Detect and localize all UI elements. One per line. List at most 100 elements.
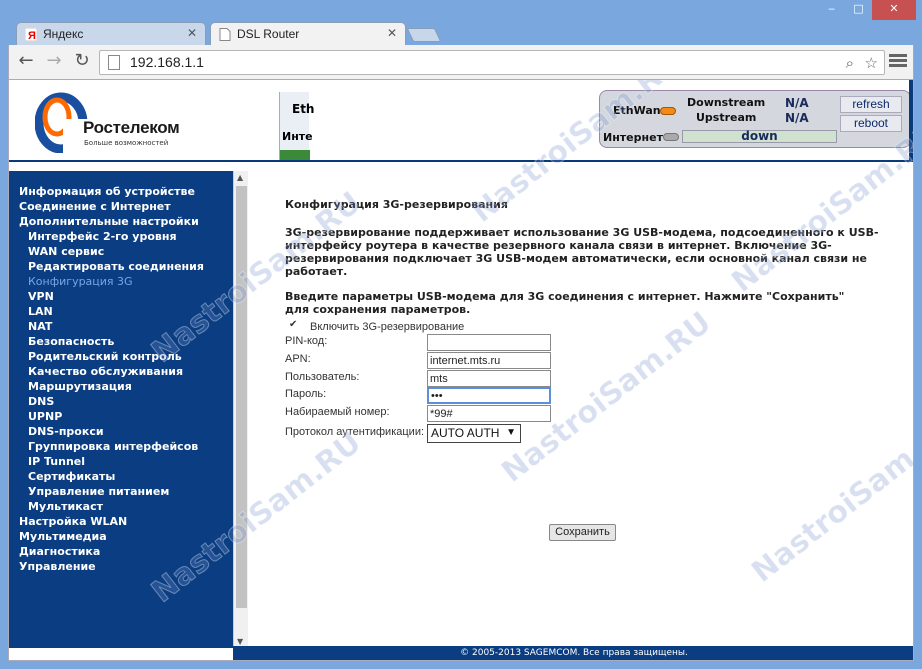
dropdown-arrow-icon: ▼ bbox=[506, 427, 516, 438]
close-tab-icon[interactable]: ✕ bbox=[187, 26, 197, 40]
sidebar-item[interactable]: Сертификаты bbox=[9, 469, 233, 484]
pin-label: PIN-код: bbox=[285, 335, 328, 347]
sidebar-item[interactable]: NAT bbox=[9, 319, 233, 334]
sidebar-menu-list: Информация об устройстве Соединение с Инт… bbox=[9, 171, 233, 574]
svg-text:Я: Я bbox=[28, 30, 36, 41]
sidebar-scrollbar[interactable]: ▲ ▼ bbox=[233, 171, 248, 648]
brand-slogan: Больше возможностей bbox=[84, 139, 169, 147]
page-info-icon[interactable] bbox=[108, 55, 120, 70]
back-arrow-icon[interactable]: ← bbox=[15, 51, 37, 73]
sidebar-item[interactable]: Мультикаст bbox=[9, 499, 233, 514]
auth-protocol-value: AUTO AUTH bbox=[431, 426, 500, 440]
header-divider bbox=[9, 160, 913, 162]
sidebar-item[interactable]: Редактировать соединения bbox=[9, 259, 233, 274]
url-text[interactable]: 192.168.1.1 bbox=[130, 54, 204, 70]
top-nav-internet[interactable]: Инте bbox=[282, 130, 313, 143]
yandex-favicon-icon: Я bbox=[25, 28, 37, 41]
maximize-button[interactable]: □ bbox=[845, 0, 872, 20]
sidebar-item[interactable]: Группировка интерфейсов bbox=[9, 439, 233, 454]
scroll-up-arrow-icon[interactable]: ▲ bbox=[237, 173, 243, 182]
dial-number-label: Набираемый номер: bbox=[285, 406, 390, 418]
scrollbar-thumb[interactable] bbox=[236, 186, 247, 608]
password-input[interactable] bbox=[427, 387, 551, 404]
forward-arrow-icon[interactable]: → bbox=[43, 51, 65, 73]
sidebar-item[interactable]: WAN сервис bbox=[9, 244, 233, 259]
page-title: Конфигурация 3G-резервирования bbox=[285, 198, 508, 211]
router-header: Ростелеком Больше возможностей Eth Инте … bbox=[9, 80, 913, 162]
tab-dsl-router[interactable]: DSL Router ✕ bbox=[210, 22, 406, 45]
sidebar-item[interactable]: VPN bbox=[9, 289, 233, 304]
internet-led-icon bbox=[663, 133, 679, 141]
header-right-edge bbox=[909, 80, 913, 162]
search-icon[interactable]: ⌕ bbox=[846, 54, 854, 72]
scroll-down-arrow-icon[interactable]: ▼ bbox=[237, 637, 243, 646]
minimize-button[interactable]: ‒ bbox=[818, 0, 845, 20]
sidebar-item[interactable]: LAN bbox=[9, 304, 233, 319]
sidebar-item[interactable]: Соединение с Интернет bbox=[9, 199, 233, 214]
page-viewport: Ростелеком Больше возможностей Eth Инте … bbox=[8, 79, 914, 661]
sidebar-item[interactable]: Мультимедиа bbox=[9, 529, 233, 544]
window-caption-buttons: ‒ □ ✕ bbox=[818, 0, 916, 20]
sidebar-item[interactable]: DNS-прокси bbox=[9, 424, 233, 439]
sidebar-item[interactable]: Качество обслуживания bbox=[9, 364, 233, 379]
ethwan-label: EthWan bbox=[613, 104, 661, 117]
save-button[interactable]: Сохранить bbox=[549, 524, 616, 541]
address-bar[interactable]: 192.168.1.1 ⌕ ☆ bbox=[99, 50, 885, 75]
upstream-label: Upstream bbox=[696, 111, 757, 124]
sidebar-item[interactable]: Конфигурация 3G bbox=[9, 274, 233, 289]
sidebar-item[interactable]: Дополнительные настройки bbox=[9, 214, 233, 229]
sidebar-item[interactable]: Родительский контроль bbox=[9, 349, 233, 364]
ethwan-led-icon bbox=[660, 107, 676, 115]
main-content: Конфигурация 3G-резервирования 3G-резерв… bbox=[285, 198, 895, 316]
sidebar-menu: Информация об устройстве Соединение с Инт… bbox=[9, 171, 233, 648]
reboot-button[interactable]: reboot bbox=[840, 115, 902, 132]
bookmark-star-icon[interactable]: ☆ bbox=[865, 54, 878, 72]
tab-yandex[interactable]: Я Яндекс ✕ bbox=[16, 22, 206, 45]
sidebar-item[interactable]: Интерфейс 2-го уровня bbox=[9, 229, 233, 244]
browser-window: ‒ □ ✕ Я Яндекс ✕ DSL Router ✕ ← → ↻ 192.… bbox=[0, 0, 922, 669]
sidebar-item[interactable]: Информация об устройстве bbox=[9, 184, 233, 199]
refresh-button[interactable]: refresh bbox=[840, 96, 902, 113]
sidebar-item[interactable]: Управление bbox=[9, 559, 233, 574]
sidebar-item[interactable]: Управление питанием bbox=[9, 484, 233, 499]
top-nav-strip: Eth Инте bbox=[279, 92, 314, 162]
browser-menu-icon[interactable] bbox=[889, 52, 907, 70]
dial-number-input[interactable] bbox=[427, 405, 551, 422]
enable-3g-label: Включить 3G-резервирование bbox=[310, 321, 465, 333]
internet-label: Интернет bbox=[603, 131, 663, 144]
tab-label: Яндекс bbox=[43, 27, 84, 41]
brand-name: Ростелеком bbox=[83, 118, 180, 137]
username-label: Пользователь: bbox=[285, 371, 360, 383]
page-footer: © 2005-2013 SAGEMCOM. Все права защищены… bbox=[233, 646, 913, 660]
tab-strip: Я Яндекс ✕ DSL Router ✕ bbox=[8, 20, 908, 45]
new-tab-button[interactable] bbox=[406, 28, 442, 42]
sidebar-item[interactable]: Настройка WLAN bbox=[9, 514, 233, 529]
close-tab-icon[interactable]: ✕ bbox=[387, 26, 397, 40]
apn-input[interactable] bbox=[427, 352, 551, 369]
sidebar-item[interactable]: Диагностика bbox=[9, 544, 233, 559]
username-input[interactable] bbox=[427, 370, 551, 387]
tab-label: DSL Router bbox=[237, 27, 300, 41]
instruction-paragraph: Введите параметры USB-модема для 3G соед… bbox=[285, 290, 845, 316]
downstream-value: N/A bbox=[785, 96, 809, 110]
browser-toolbar: ← → ↻ 192.168.1.1 ⌕ ☆ bbox=[8, 45, 914, 79]
watermark: NastroiSam.RU bbox=[745, 405, 914, 591]
sidebar-item[interactable]: IP Tunnel bbox=[9, 454, 233, 469]
top-nav-eth[interactable]: Eth bbox=[292, 102, 314, 116]
reload-icon[interactable]: ↻ bbox=[71, 51, 93, 73]
sidebar-item[interactable]: Маршрутизация bbox=[9, 379, 233, 394]
description-paragraph: 3G-резервирование поддерживает использов… bbox=[285, 226, 879, 278]
internet-status-bar: down bbox=[682, 130, 837, 143]
auth-protocol-select[interactable]: AUTO AUTH ▼ bbox=[427, 424, 521, 443]
enable-3g-checkbox[interactable]: ✔ bbox=[289, 320, 299, 330]
page-icon bbox=[219, 28, 231, 41]
password-label: Пароль: bbox=[285, 388, 327, 400]
apn-label: APN: bbox=[285, 353, 311, 365]
close-window-button[interactable]: ✕ bbox=[872, 0, 916, 20]
downstream-label: Downstream bbox=[687, 96, 766, 109]
sidebar-item[interactable]: DNS bbox=[9, 394, 233, 409]
upstream-value: N/A bbox=[785, 111, 809, 125]
pin-input[interactable] bbox=[427, 334, 551, 351]
sidebar-item[interactable]: UPNP bbox=[9, 409, 233, 424]
sidebar-item[interactable]: Безопасность bbox=[9, 334, 233, 349]
